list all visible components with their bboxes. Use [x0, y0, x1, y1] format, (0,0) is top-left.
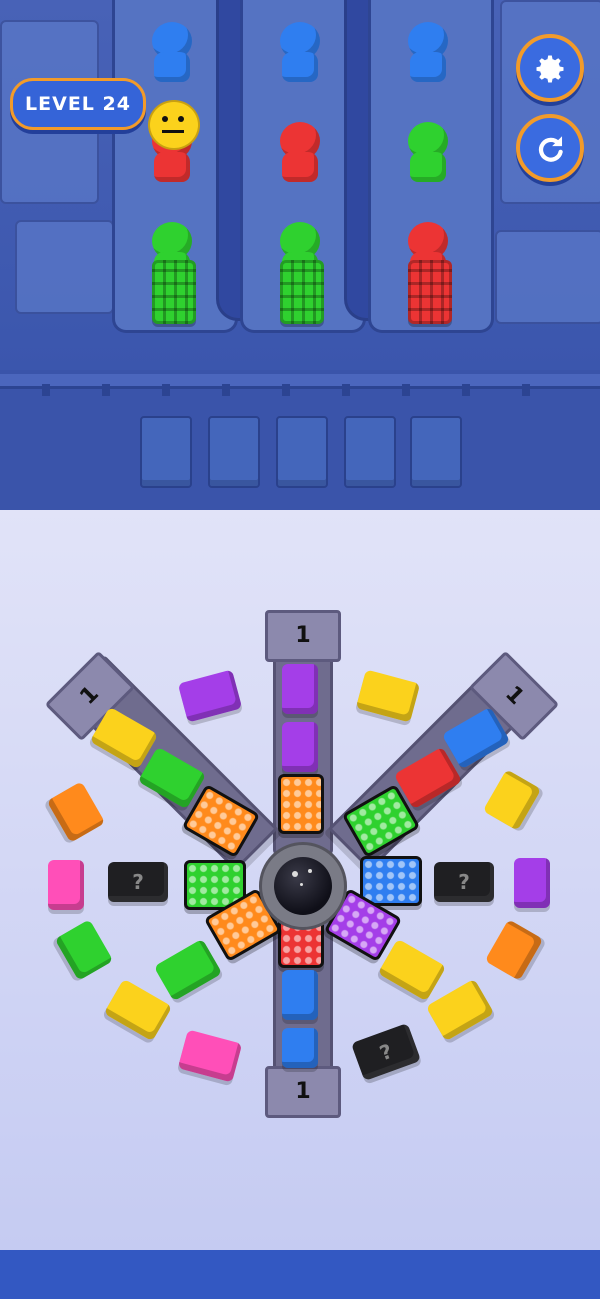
- belt-slot-5[interactable]: [410, 416, 462, 488]
- cart-green[interactable]: [280, 260, 324, 324]
- hub-hole: [274, 857, 332, 915]
- belt-rail: [0, 374, 600, 389]
- hub-sparkle: [292, 871, 298, 877]
- piece-blue[interactable]: [282, 970, 318, 1020]
- mystery-piece[interactable]: ?: [434, 862, 494, 902]
- bottom-bar: [0, 1250, 600, 1299]
- belt-slot-1[interactable]: [140, 416, 192, 488]
- hub-sparkle: [300, 883, 303, 886]
- rail-tick: [282, 384, 290, 396]
- rail-tick: [102, 384, 110, 396]
- hub-sparkle: [308, 869, 312, 873]
- rail-tick: [462, 384, 470, 396]
- rail-tick: [42, 384, 50, 396]
- cart-green[interactable]: [152, 260, 196, 324]
- gear-icon: [532, 47, 568, 87]
- restart-button[interactable]: [516, 114, 584, 182]
- piece-purple[interactable]: [282, 722, 318, 772]
- arm-count-bottom: 1: [265, 1066, 341, 1118]
- belt-slot-4[interactable]: [344, 416, 396, 488]
- rail-tick: [402, 384, 410, 396]
- rail-tick: [162, 384, 170, 396]
- brush-orange[interactable]: [278, 774, 324, 834]
- piece-blue[interactable]: [282, 1028, 318, 1068]
- mystery-piece[interactable]: ?: [108, 862, 168, 902]
- piece-purple[interactable]: [514, 858, 550, 908]
- arm-count-top: 1: [265, 610, 341, 662]
- rail-tick: [342, 384, 350, 396]
- rail-tick: [222, 384, 230, 396]
- spinner-hub[interactable]: [259, 842, 347, 930]
- belt-slot-3[interactable]: [276, 416, 328, 488]
- piece-purple[interactable]: [282, 664, 318, 714]
- settings-button[interactable]: [516, 34, 584, 102]
- piece-pink[interactable]: [48, 860, 84, 910]
- level-indicator: LEVEL 24: [10, 78, 146, 130]
- restart-icon: [533, 127, 567, 167]
- background-building: [495, 230, 600, 324]
- background-building: [15, 220, 114, 314]
- brush-blue[interactable]: [360, 856, 422, 906]
- belt-slot-2[interactable]: [208, 416, 260, 488]
- front-face-icon: [148, 100, 200, 150]
- rail-tick: [522, 384, 530, 396]
- cart-red[interactable]: [408, 260, 452, 324]
- queue-area: [0, 0, 600, 370]
